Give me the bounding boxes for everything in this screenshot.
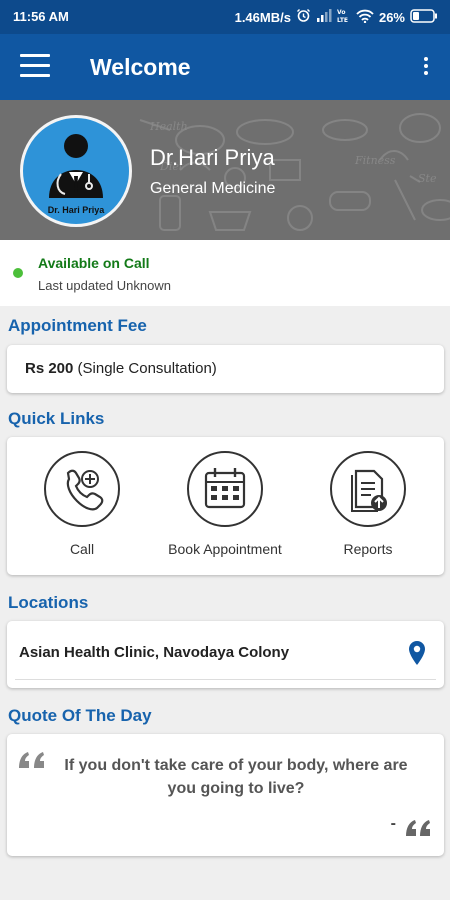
more-options-icon[interactable] — [424, 57, 428, 75]
battery-percent: 26% — [378, 9, 405, 25]
avatar: Dr. Hari Priya — [20, 115, 132, 227]
status-icons: 1.46MB/s Vo LTE 26% — [235, 8, 438, 26]
quick-link-reports[interactable]: Reports — [298, 451, 438, 557]
quick-link-label: Book Appointment — [168, 541, 282, 557]
signal-icon — [316, 9, 332, 25]
report-upload-icon[interactable] — [330, 451, 406, 527]
availability-status: Available on Call — [38, 255, 150, 271]
menu-icon[interactable] — [20, 54, 50, 78]
volte-icon: Vo LTE — [337, 8, 351, 26]
quote-title: Quote Of The Day — [8, 706, 152, 725]
page-title: Welcome — [90, 54, 191, 80]
status-dot — [13, 268, 23, 278]
network-speed: 1.46MB/s — [234, 9, 291, 25]
alarm-icon — [296, 8, 311, 26]
quick-links-card: Call Book Appointment Reports — [7, 437, 444, 575]
fee-text: Rs 200 (Single Consultation) — [25, 360, 217, 377]
fee-amount: Rs 200 — [25, 360, 74, 377]
location-card[interactable]: Asian Health Clinic, Navodaya Colony — [7, 621, 444, 688]
phone-add-icon[interactable] — [44, 451, 120, 527]
avatar-label: Dr. Hari Priya — [48, 205, 106, 215]
last-updated: Last updated Unknown — [38, 278, 171, 293]
divider — [15, 679, 436, 680]
svg-text:LTE: LTE — [337, 17, 348, 23]
availability-panel: Available on Call Last updated Unknown — [0, 240, 450, 306]
svg-text:Health: Health — [149, 120, 188, 133]
locations-title: Locations — [8, 593, 89, 612]
quick-link-label: Reports — [343, 541, 393, 557]
quote-card: If you don't take care of your body, whe… — [7, 734, 444, 856]
quick-link-label: Call — [69, 541, 95, 557]
appointment-fee-title: Appointment Fee — [8, 316, 147, 335]
location-text: Asian Health Clinic, Navodaya Colony — [19, 644, 290, 661]
wifi-icon — [356, 9, 374, 26]
quick-links-title: Quick Links — [8, 409, 105, 428]
fee-detail: (Single Consultation) — [73, 360, 217, 377]
status-bar: 11:56 AM 1.46MB/s Vo LTE 26% — [0, 0, 450, 34]
svg-text:Fitness: Fitness — [354, 154, 396, 167]
quote-text: If you don't take care of your body, whe… — [64, 757, 408, 797]
doctor-name: Dr.Hari Priya — [150, 145, 275, 170]
quick-link-call[interactable]: Call — [12, 451, 152, 557]
calendar-icon[interactable] — [187, 451, 263, 527]
doctor-avatar-icon: Dr. Hari Priya — [48, 134, 106, 215]
svg-text:Vo: Vo — [337, 9, 345, 16]
battery-icon — [410, 8, 438, 26]
location-pin-icon[interactable] — [408, 640, 426, 671]
status-time: 11:56 AM — [13, 9, 69, 24]
quote-close-icon — [404, 816, 432, 843]
quick-link-book-appointment[interactable]: Book Appointment — [155, 451, 295, 557]
quote-open-icon — [17, 748, 47, 775]
quote-dash: - — [390, 815, 396, 832]
app-bar: Welcome — [0, 34, 450, 100]
fee-card: Rs 200 (Single Consultation) — [7, 345, 444, 393]
svg-text:Ste: Ste — [418, 172, 437, 185]
doctor-specialty: General Medicine — [150, 180, 276, 197]
